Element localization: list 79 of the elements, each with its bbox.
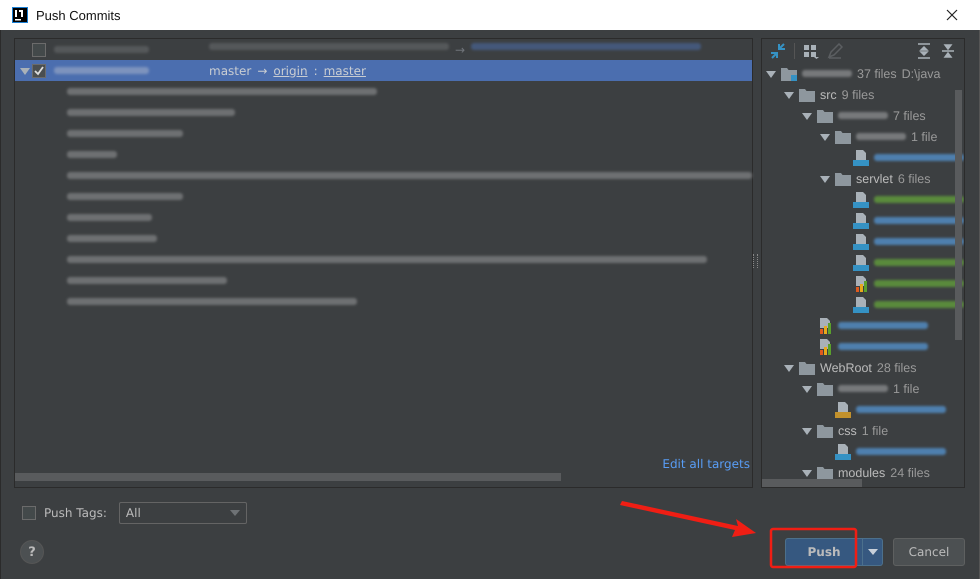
folder-icon bbox=[781, 66, 797, 80]
collapse-all-icon[interactable] bbox=[940, 42, 956, 58]
folder-name: src bbox=[820, 88, 837, 102]
window-title: Push Commits bbox=[36, 8, 121, 22]
file-count: 6 files bbox=[898, 172, 930, 186]
dropdown-arrow-icon bbox=[868, 549, 878, 555]
tags-dropdown[interactable]: All bbox=[118, 502, 247, 524]
redacted-name bbox=[838, 112, 888, 119]
arrows-icon[interactable] bbox=[770, 42, 786, 58]
expand-triangle-icon[interactable] bbox=[802, 426, 812, 436]
branch-name: master bbox=[209, 64, 252, 78]
file-count: 1 file bbox=[893, 382, 920, 396]
checkbox[interactable] bbox=[22, 506, 36, 520]
redacted-name bbox=[856, 133, 906, 140]
file-count: 1 file bbox=[911, 130, 938, 144]
java-file-icon bbox=[853, 150, 869, 166]
expand-triangle-icon[interactable] bbox=[802, 384, 812, 394]
folder-icon bbox=[835, 172, 851, 186]
file-count: 24 files bbox=[890, 466, 930, 479]
expand-triangle-icon[interactable] bbox=[784, 90, 794, 100]
redacted-name bbox=[838, 385, 888, 392]
expand-triangle-icon[interactable] bbox=[802, 110, 812, 120]
push-tags-label: Push Tags: bbox=[44, 506, 107, 520]
file-count: 9 files bbox=[842, 88, 874, 102]
arrow-text: → bbox=[455, 42, 466, 56]
help-button[interactable]: ? bbox=[20, 540, 44, 564]
close-icon[interactable] bbox=[946, 9, 958, 21]
folder-icon bbox=[799, 360, 815, 374]
file-count: 1 file bbox=[862, 424, 888, 438]
java-file-icon bbox=[853, 212, 869, 228]
file-count: 37 files bbox=[857, 66, 897, 80]
separator-text: : bbox=[314, 64, 318, 78]
repository-row[interactable]: master → origin : master bbox=[15, 60, 752, 81]
dropdown-arrow-icon bbox=[230, 510, 240, 516]
expand-triangle-icon[interactable] bbox=[766, 68, 776, 78]
edit-all-targets-link[interactable]: Edit all targets bbox=[662, 457, 750, 471]
css-file-icon bbox=[835, 444, 851, 460]
chart-file-icon bbox=[817, 338, 833, 354]
redacted-commit-message bbox=[67, 151, 117, 158]
folder-name: servlet bbox=[856, 172, 893, 186]
folder-icon bbox=[799, 88, 815, 102]
group-icon[interactable] bbox=[803, 42, 819, 58]
folder-name: css bbox=[838, 424, 857, 438]
scrollbar[interactable] bbox=[762, 479, 862, 487]
java-file-icon bbox=[853, 254, 869, 270]
chart-file-icon bbox=[817, 318, 833, 334]
file-count: 28 files bbox=[876, 360, 916, 374]
scrollbar[interactable] bbox=[955, 90, 962, 340]
folder-icon bbox=[817, 108, 833, 122]
js-file-icon bbox=[835, 402, 851, 418]
expand-triangle-icon[interactable] bbox=[820, 174, 830, 184]
push-button[interactable]: Push bbox=[785, 538, 863, 566]
expand-triangle-icon[interactable] bbox=[802, 468, 812, 478]
checkbox[interactable] bbox=[32, 42, 46, 56]
java-file-icon bbox=[853, 234, 869, 250]
repository-row[interactable]: → bbox=[15, 39, 752, 60]
checkbox[interactable] bbox=[32, 64, 46, 78]
file-count: 7 files bbox=[893, 108, 926, 122]
target-branch-link[interactable]: master bbox=[324, 64, 366, 78]
arrow-text: → bbox=[257, 64, 268, 78]
push-options-button[interactable] bbox=[863, 538, 883, 566]
chart-file-icon bbox=[853, 276, 869, 292]
cancel-button[interactable]: Cancel bbox=[893, 538, 965, 566]
splitter-handle[interactable] bbox=[753, 254, 758, 268]
expand-all-icon[interactable] bbox=[916, 42, 932, 58]
folder-name: WebRoot bbox=[820, 360, 872, 374]
java-file-icon bbox=[853, 192, 869, 208]
folder-path: D:\java bbox=[902, 66, 941, 80]
expand-triangle-icon[interactable] bbox=[820, 132, 830, 142]
folder-icon bbox=[817, 382, 833, 396]
java-file-icon bbox=[853, 296, 869, 312]
expand-triangle-icon[interactable] bbox=[784, 362, 794, 372]
scrollbar[interactable] bbox=[15, 473, 561, 481]
folder-name: modules bbox=[838, 466, 886, 479]
redacted-name bbox=[802, 70, 852, 77]
app-logo-icon bbox=[12, 7, 28, 23]
remote-link[interactable]: origin bbox=[273, 64, 308, 78]
folder-icon bbox=[835, 130, 851, 144]
folder-icon bbox=[817, 424, 833, 438]
